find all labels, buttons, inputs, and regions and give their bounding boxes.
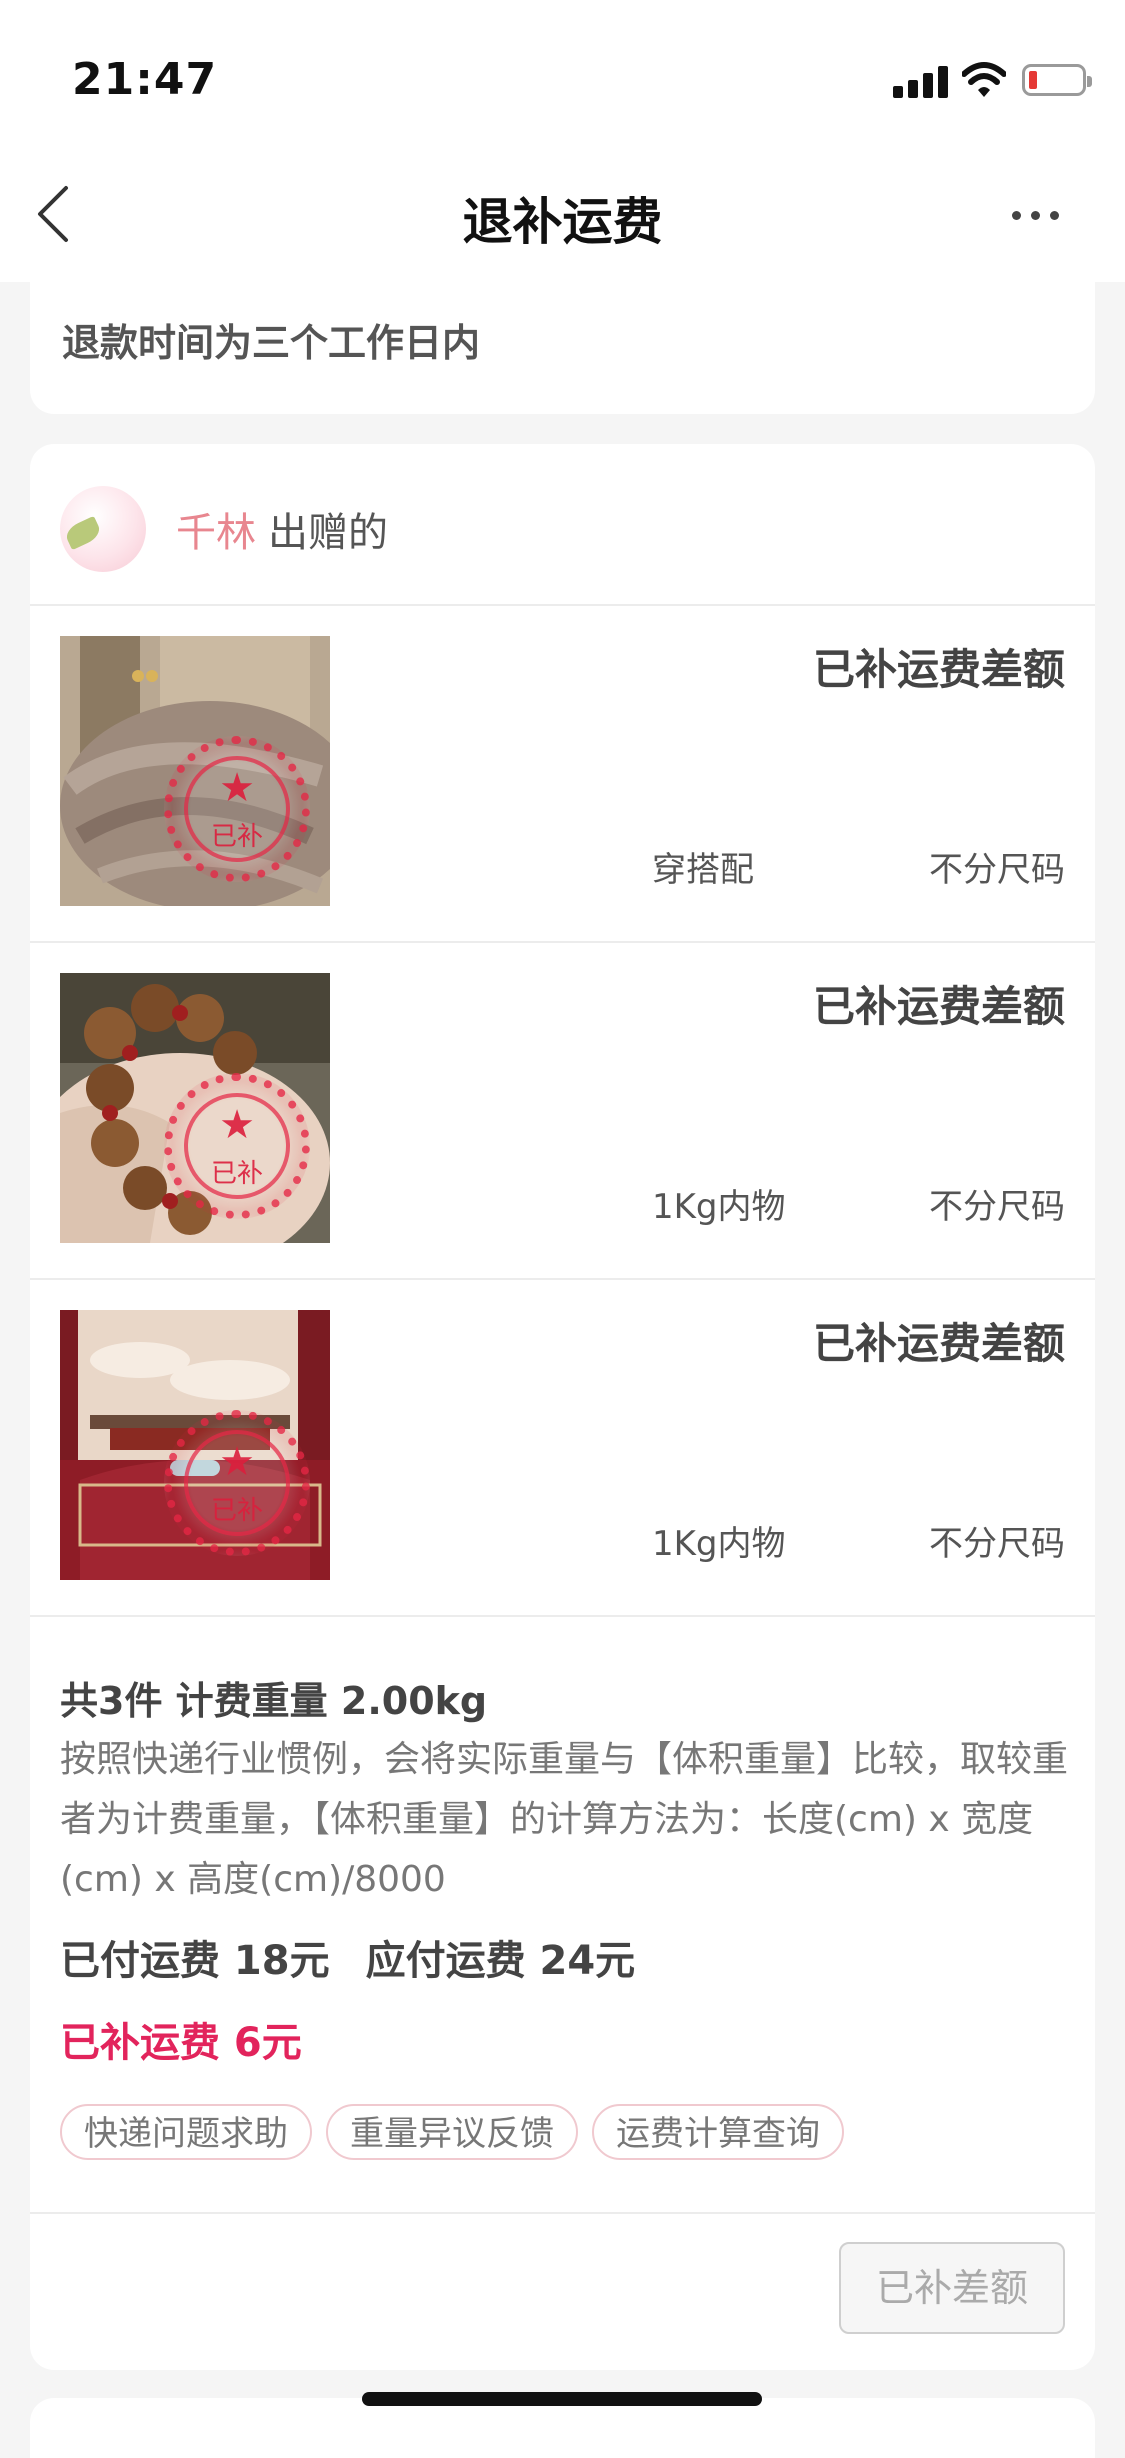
difference-paid-button[interactable]: 已补差额 — [839, 2242, 1065, 2334]
seller-row[interactable]: 千林 出赠的 — [30, 444, 1095, 606]
chip-weight-dispute[interactable]: 重量异议反馈 — [326, 2104, 578, 2160]
item-category: 1Kg内物 — [652, 1187, 786, 1227]
seller-suffix: 出赠的 — [268, 510, 388, 556]
item-size: 不分尺码 — [929, 1187, 1065, 1227]
order-card: 千林 出赠的 ★ 已补 已补运费差额 穿搭配 不分尺码 ★ 已补 已补运费差额 … — [30, 444, 1095, 2370]
page-title: 退补运费 — [462, 193, 663, 251]
summary-title: 共3件 计费重量 2.00kg — [60, 1679, 488, 1723]
paid-freight: 已付运费 18元 — [60, 1938, 330, 1984]
item-thumbnail[interactable]: ★ 已补 — [60, 636, 330, 906]
home-indicator[interactable] — [362, 2392, 762, 2406]
item-thumbnail[interactable]: ★ 已补 — [60, 1310, 330, 1580]
refunded-freight: 已补运费 6元 — [60, 2020, 302, 2066]
star-icon: ★ — [219, 765, 255, 811]
chip-freight-calc[interactable]: 运费计算查询 — [592, 2104, 844, 2160]
list-item[interactable]: ★ 已补 已补运费差额 1Kg内物 不分尺码 — [30, 1280, 1095, 1617]
header: 21:47 退补运费 — [0, 0, 1125, 282]
weight-rule-note: 按照快递行业惯例，会将实际重量与【体积重量】比较，取较重者为计费重量，【体积重量… — [60, 1739, 1069, 1900]
help-chips: 快递问题求助 重量异议反馈 运费计算查询 — [60, 2104, 858, 2160]
battery-icon — [1022, 64, 1092, 96]
stamp-label: 已补 — [210, 1496, 263, 1526]
stamp-icon: ★ 已补 — [164, 1410, 310, 1556]
notice-card: 退款时间为三个工作日内 — [30, 282, 1095, 414]
next-card — [30, 2398, 1095, 2458]
seller-name[interactable]: 千林 — [176, 510, 256, 556]
signal-icon — [893, 62, 949, 98]
stamp-icon: ★ 已补 — [164, 1073, 310, 1219]
refund-notice: 退款时间为三个工作日内 — [62, 321, 481, 365]
chip-express-help[interactable]: 快递问题求助 — [60, 2104, 312, 2160]
list-item[interactable]: ★ 已补 已补运费差额 穿搭配 不分尺码 — [30, 606, 1095, 943]
seller-avatar[interactable] — [60, 486, 146, 572]
wifi-icon — [962, 62, 1006, 97]
stamp-label: 已补 — [210, 1159, 263, 1189]
more-icon[interactable] — [1010, 196, 1062, 232]
freight-row: 已付运费 18元 应付运费 24元 — [60, 1928, 635, 1986]
star-icon: ★ — [219, 1439, 255, 1485]
star-icon: ★ — [219, 1102, 255, 1148]
due-freight: 应付运费 24元 — [365, 1938, 636, 1984]
item-status: 已补运费差额 — [812, 645, 1065, 694]
stamp-icon: ★ 已补 — [164, 736, 310, 882]
status-time: 21:47 — [72, 54, 218, 105]
item-category: 1Kg内物 — [652, 1524, 786, 1564]
item-size: 不分尺码 — [929, 850, 1065, 890]
item-status: 已补运费差额 — [812, 982, 1065, 1031]
item-size: 不分尺码 — [929, 1524, 1065, 1564]
item-category: 穿搭配 — [652, 850, 754, 890]
list-item[interactable]: ★ 已补 已补运费差额 1Kg内物 不分尺码 — [30, 943, 1095, 1280]
item-status: 已补运费差额 — [812, 1319, 1065, 1368]
stamp-label: 已补 — [210, 822, 263, 852]
item-thumbnail[interactable]: ★ 已补 — [60, 973, 330, 1243]
freight-summary: 共3件 计费重量 2.00kg 按照快递行业惯例，会将实际重量与【体积重量】比较… — [30, 1610, 1095, 2214]
